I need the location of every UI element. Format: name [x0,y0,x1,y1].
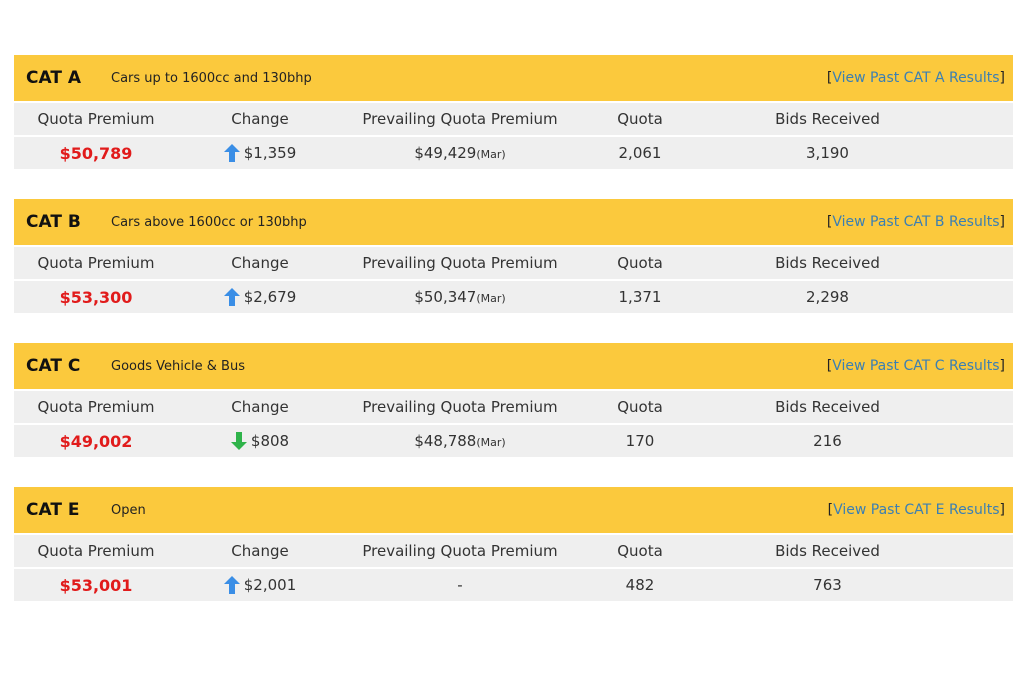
category-header: CAT C Goods Vehicle & Bus [View Past CAT… [14,343,1013,389]
col-bids: Bids Received [775,542,880,560]
col-bids: Bids Received [775,398,880,416]
col-quota: Quota [617,398,663,416]
category-block-b: CAT B Cars above 1600cc or 130bhp [View … [14,199,1013,313]
prevailing-month: (Mar) [476,436,506,449]
category-name: CAT A [26,68,81,88]
change-cell: $2,679 [178,288,342,307]
category-name: CAT B [26,212,81,232]
values-row: $50,789 $1,359 $49,429(Mar) 2,061 3,190 [14,137,1013,169]
change-value: $2,679 [243,287,297,306]
quota-premium-value: $50,789 [59,143,133,163]
category-name: CAT C [26,356,81,376]
col-quota-premium: Quota Premium [37,254,155,272]
col-quota-premium: Quota Premium [37,110,155,128]
col-change: Change [231,110,289,128]
arrow-up-icon [223,576,240,595]
view-past-results-link[interactable]: View Past CAT A Results [832,70,999,86]
col-quota: Quota [617,254,663,272]
col-prevailing: Prevailing Quota Premium [362,110,558,128]
change-value: $808 [250,431,290,450]
values-row: $53,001 $2,001 - 482 763 [14,569,1013,601]
view-past-results-link[interactable]: View Past CAT C Results [832,358,999,374]
category-description: Open [111,502,146,518]
quota-value: 482 [625,576,655,594]
quota-value: 2,061 [618,144,662,162]
arrow-down-icon [230,432,247,451]
col-change: Change [231,542,289,560]
col-quota-premium: Quota Premium [37,398,155,416]
col-prevailing: Prevailing Quota Premium [362,542,558,560]
change-cell: $2,001 [178,576,342,595]
change-cell: $808 [178,432,342,451]
prevailing-value: $48,788 [414,432,477,450]
values-row: $53,300 $2,679 $50,347(Mar) 1,371 2,298 [14,281,1013,313]
col-change: Change [231,398,289,416]
category-block-e: CAT E Open [View Past CAT E Results] Quo… [14,487,1013,601]
bids-value: 3,190 [806,144,849,162]
prevailing-cell: $48,788(Mar) [342,432,578,450]
col-bids: Bids Received [775,254,880,272]
category-header: CAT A Cars up to 1600cc and 130bhp [View… [14,55,1013,101]
category-description: Goods Vehicle & Bus [111,358,245,374]
past-results-link-wrapper: [View Past CAT A Results] [826,70,1005,86]
coe-results: CAT A Cars up to 1600cc and 130bhp [View… [14,55,1013,631]
quota-premium-value: $53,001 [59,575,133,595]
past-results-link-wrapper: [View Past CAT E Results] [827,502,1005,518]
change-cell: $1,359 [178,144,342,163]
prevailing-cell: $49,429(Mar) [342,144,578,162]
category-name: CAT E [26,500,80,520]
prevailing-month: (Mar) [476,148,506,161]
column-header-row: Quota Premium Change Prevailing Quota Pr… [14,247,1013,279]
bids-value: 2,298 [806,288,849,306]
column-header-row: Quota Premium Change Prevailing Quota Pr… [14,103,1013,135]
category-header: CAT E Open [View Past CAT E Results] [14,487,1013,533]
column-header-row: Quota Premium Change Prevailing Quota Pr… [14,535,1013,567]
past-results-link-wrapper: [View Past CAT C Results] [826,358,1005,374]
prevailing-month: (Mar) [476,292,506,305]
quota-premium-value: $53,300 [59,287,133,307]
view-past-results-link[interactable]: View Past CAT B Results [832,214,999,230]
col-change: Change [231,254,289,272]
arrow-up-icon [223,288,240,307]
col-bids: Bids Received [775,110,880,128]
quota-value: 170 [625,432,655,450]
quota-value: 1,371 [618,288,662,306]
prevailing-cell: $50,347(Mar) [342,288,578,306]
arrow-up-icon [223,144,240,163]
view-past-results-link[interactable]: View Past CAT E Results [833,502,999,518]
prevailing-value: $49,429 [414,144,477,162]
col-quota-premium: Quota Premium [37,542,155,560]
category-block-a: CAT A Cars up to 1600cc and 130bhp [View… [14,55,1013,169]
prevailing-value: - [457,576,463,594]
prevailing-cell: - [342,576,578,594]
category-header: CAT B Cars above 1600cc or 130bhp [View … [14,199,1013,245]
col-prevailing: Prevailing Quota Premium [362,254,558,272]
change-value: $1,359 [243,143,297,162]
category-block-c: CAT C Goods Vehicle & Bus [View Past CAT… [14,343,1013,457]
change-value: $2,001 [243,575,297,594]
col-prevailing: Prevailing Quota Premium [362,398,558,416]
bids-value: 763 [813,576,842,594]
past-results-link-wrapper: [View Past CAT B Results] [826,214,1005,230]
category-description: Cars up to 1600cc and 130bhp [111,70,312,86]
quota-premium-value: $49,002 [59,431,133,451]
col-quota: Quota [617,110,663,128]
bids-value: 216 [813,432,842,450]
column-header-row: Quota Premium Change Prevailing Quota Pr… [14,391,1013,423]
category-description: Cars above 1600cc or 130bhp [111,214,307,230]
values-row: $49,002 $808 $48,788(Mar) 170 216 [14,425,1013,457]
prevailing-value: $50,347 [414,288,477,306]
col-quota: Quota [617,542,663,560]
